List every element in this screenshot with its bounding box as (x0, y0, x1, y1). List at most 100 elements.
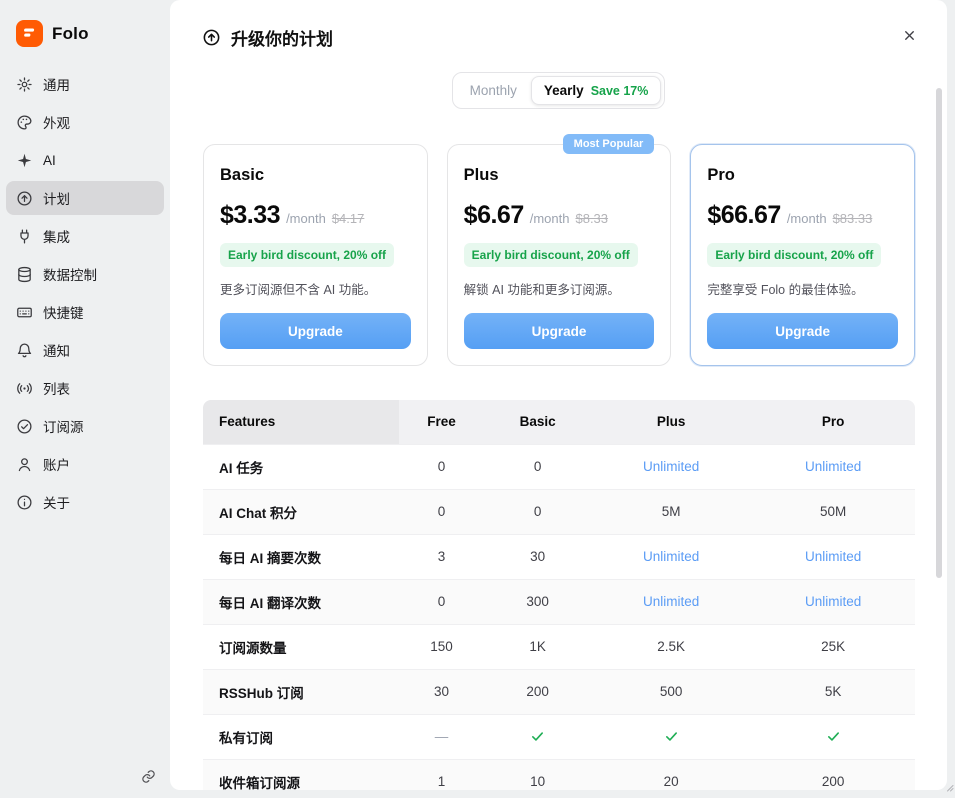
plug-icon (16, 228, 33, 245)
sidebar-item-data-control[interactable]: 数据控制 (6, 257, 164, 291)
feature-value: 25K (751, 623, 915, 669)
sidebar-item-account[interactable]: 账户 (6, 447, 164, 481)
database-icon (16, 266, 33, 283)
close-button[interactable] (898, 24, 921, 50)
upgrade-button[interactable]: Upgrade (220, 313, 411, 349)
sidebar-item-ai[interactable]: AI (6, 143, 164, 177)
sidebar-nav: 通用外观 AI 计划集成数据控制快捷键通知列表订阅源账户关于 (0, 65, 170, 521)
upgrade-button[interactable]: Upgrade (707, 313, 899, 349)
sidebar-item-notifications[interactable]: 通知 (6, 333, 164, 367)
sidebar-item-integrations[interactable]: 集成 (6, 219, 164, 253)
sidebar-item-label: 订阅源 (43, 420, 84, 435)
plan-price: $3.33 (220, 201, 281, 229)
plan-cards: Basic $3.33 /month $4.17 Early bird disc… (170, 109, 947, 366)
sidebar-item-label: 账户 (43, 458, 70, 473)
feature-value: Unlimited (751, 578, 915, 624)
feature-value: 10 (484, 758, 592, 790)
person-icon (16, 456, 33, 473)
plan-name: Plus (463, 166, 499, 184)
feature-name: 订阅源数量 (203, 623, 399, 669)
feature-name: 每日 AI 翻译次数 (203, 578, 399, 624)
sidebar-item-about[interactable]: 关于 (6, 485, 164, 519)
check-icon (530, 729, 545, 744)
feature-name: 每日 AI 摘要次数 (203, 533, 399, 579)
app-window: Folo 通用外观 AI 计划集成数据控制快捷键通知列表订阅源账户关于 升级你的计划 (0, 0, 955, 798)
feature-value: Unlimited (751, 443, 915, 489)
table-header-basic: Basic (484, 400, 592, 444)
feature-value: 200 (484, 668, 592, 714)
sidebar-item-plan[interactable]: 计划 (6, 181, 164, 215)
feature-value: Unlimited (591, 533, 752, 579)
discount-badge: Early bird discount, 20% off (707, 243, 882, 267)
scrollbar-thumb[interactable] (936, 88, 942, 578)
feature-value: 0 (398, 488, 485, 534)
sidebar-item-feeds[interactable]: 订阅源 (6, 409, 164, 443)
close-icon (902, 28, 917, 46)
save-badge: Save 17% (590, 83, 649, 98)
feature-value: 30 (398, 668, 485, 714)
feature-value: 1K (484, 623, 592, 669)
plan-card-basic: Basic $3.33 /month $4.17 Early bird disc… (203, 144, 428, 366)
feature-name: AI Chat 积分 (203, 488, 399, 534)
plan-original-price: $8.33 (575, 211, 609, 226)
plan-period: /month (786, 211, 827, 226)
table-row: 订阅源数量 150 1K 2.5K 25K (203, 623, 915, 669)
broadcast-icon (16, 380, 33, 397)
app-name: Folo (52, 23, 89, 43)
plan-card-pro: Pro $66.67 /month $83.33 Early bird disc… (690, 144, 916, 366)
table-row: 每日 AI 翻译次数 0 300 Unlimited Unlimited (203, 578, 915, 624)
sidebar-footer (0, 769, 170, 798)
table-header-free: Free (398, 400, 485, 444)
feature-value: Unlimited (751, 533, 915, 579)
sidebar-item-label: 计划 (43, 192, 70, 207)
sidebar-item-general[interactable]: 通用 (6, 67, 164, 101)
plan-description: 解锁 AI 功能和更多订阅源。 (463, 283, 620, 297)
upgrade-button[interactable]: Upgrade (463, 313, 655, 349)
check-icon (826, 729, 841, 744)
palette-icon (16, 114, 33, 131)
feature-value: 300 (484, 578, 592, 624)
sidebar-item-label: 外观 (43, 116, 70, 131)
sidebar-item-label: AI (43, 152, 56, 168)
sidebar-item-lists[interactable]: 列表 (6, 371, 164, 405)
feature-name: 收件箱订阅源 (203, 758, 399, 790)
scrollbar[interactable] (936, 66, 942, 782)
table-header-plus: Plus (591, 400, 752, 444)
info-icon (16, 494, 33, 511)
bell-icon (16, 342, 33, 359)
settings-sidebar: Folo 通用外观 AI 计划集成数据控制快捷键通知列表订阅源账户关于 (0, 0, 170, 798)
plan-period: /month (529, 211, 570, 226)
feature-value: 2.5K (591, 623, 752, 669)
plan-period: /month (286, 211, 326, 226)
feature-value: 20 (591, 758, 752, 790)
sidebar-item-appearance[interactable]: 外观 (6, 105, 164, 139)
sidebar-item-label: 集成 (43, 230, 70, 245)
feature-name: AI 任务 (203, 443, 399, 489)
feature-value: 500 (591, 668, 752, 714)
link-icon[interactable] (141, 769, 156, 784)
discount-badge: Early bird discount, 20% off (463, 243, 638, 267)
plan-name: Pro (707, 166, 735, 184)
plan-original-price: $83.33 (832, 211, 873, 226)
circle-arrow-up-icon (202, 28, 221, 47)
feature-value: 3 (398, 533, 485, 579)
check-icon (664, 729, 679, 744)
table-row: AI 任务 0 0 Unlimited Unlimited (203, 443, 915, 489)
circle-arrow-up-icon (16, 190, 33, 207)
feature-name: 私有订阅 (203, 713, 399, 759)
monthly-toggle[interactable]: Monthly (456, 77, 531, 104)
feature-name: RSSHub 订阅 (203, 668, 399, 714)
page-title: 升级你的计划 (231, 29, 333, 49)
folo-logo-icon (16, 20, 43, 47)
plan-price: $66.67 (707, 201, 781, 229)
sidebar-item-shortcuts[interactable]: 快捷键 (6, 295, 164, 329)
feature-value: Unlimited (591, 443, 752, 489)
yearly-toggle[interactable]: Yearly Save 17% (530, 76, 662, 105)
table-row: RSSHub 订阅 30 200 500 5K (203, 668, 915, 714)
resize-grip-icon[interactable] (942, 779, 954, 797)
feature-value (591, 713, 752, 759)
feature-value: 0 (398, 443, 485, 489)
sidebar-item-label: 数据控制 (43, 268, 97, 283)
yearly-label: Yearly (543, 83, 584, 98)
gear-icon (16, 76, 33, 93)
